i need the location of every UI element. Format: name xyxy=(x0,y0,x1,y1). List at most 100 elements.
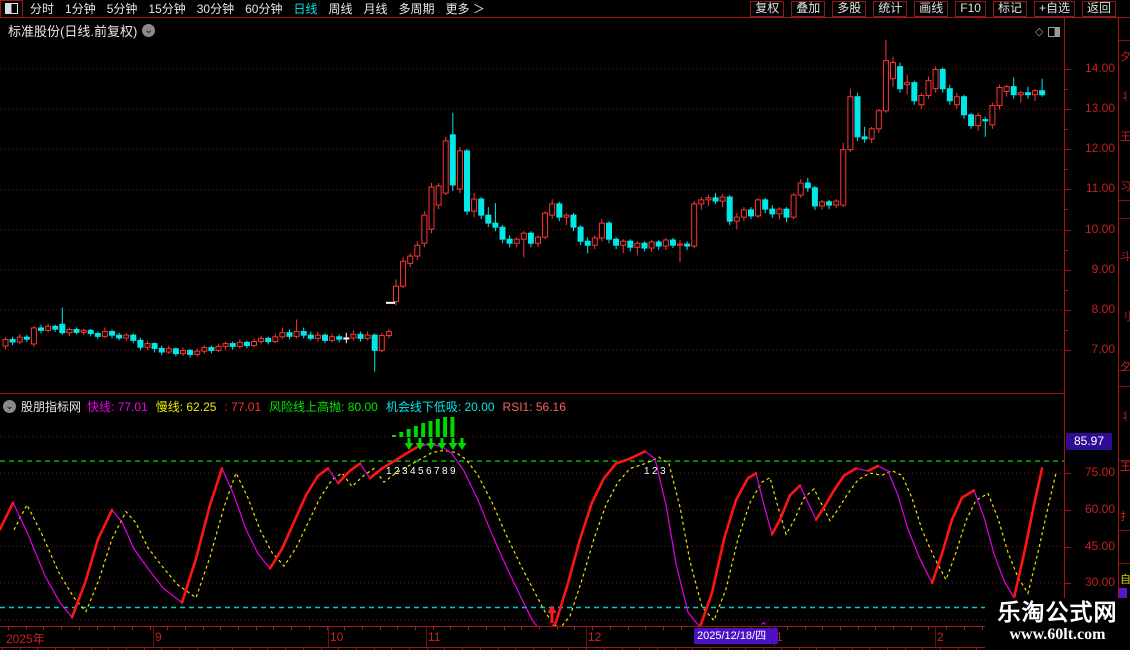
indicator-name: 股朋指标网 xyxy=(21,399,82,414)
fast-line-rising xyxy=(578,501,594,541)
button-多股[interactable]: 多股 xyxy=(832,0,867,17)
axis-tick xyxy=(1065,473,1071,475)
button-统计[interactable]: 统计 xyxy=(873,0,908,17)
candle xyxy=(634,241,641,256)
fast-line-rising xyxy=(1032,467,1044,507)
sell-arrow-icon xyxy=(457,438,467,450)
tab-周线[interactable]: 周线 xyxy=(328,0,352,17)
axis-minor-tick xyxy=(1065,209,1068,211)
button-标记[interactable]: 标记 xyxy=(992,0,1027,17)
axis-tick xyxy=(1065,229,1071,231)
candle xyxy=(364,331,371,341)
sell-arrow-icon xyxy=(404,438,414,450)
minor-tick xyxy=(822,627,823,630)
axis-minor-tick xyxy=(1065,249,1068,251)
sell-count-number: 3 xyxy=(402,466,408,477)
button-画线[interactable]: 画线 xyxy=(914,0,949,17)
sell-signal-bar xyxy=(443,417,448,437)
tab-更多 ＞[interactable]: 更多 ＞ xyxy=(446,0,485,17)
date-axis[interactable]: 2025年 9 10 11 12 1 2 2025/12/18/四 xyxy=(0,626,1064,648)
candle xyxy=(194,348,201,357)
tab-分时[interactable]: 分时 xyxy=(30,0,54,17)
candle xyxy=(904,74,911,95)
axis-minor-tick xyxy=(1065,169,1068,171)
sell-signal-bar xyxy=(399,432,404,437)
fast-line-rising xyxy=(590,476,606,504)
minor-tick xyxy=(327,627,328,630)
clipped-right-toolbar[interactable]: 夕丬王习斗刂夕丬王扌自1111 xyxy=(1118,18,1130,650)
candle xyxy=(1017,90,1024,103)
minor-tick xyxy=(663,627,664,630)
candle xyxy=(882,40,889,113)
candle xyxy=(996,84,1003,110)
indicator-field: : 77.01 xyxy=(224,399,262,414)
tab-多周期[interactable]: 多周期 xyxy=(399,0,435,17)
clipped-highlight-glyph: 自 xyxy=(1120,574,1130,586)
minor-tick xyxy=(521,627,522,630)
tab-5分钟[interactable]: 5分钟 xyxy=(107,0,138,17)
clipped-glyph: 丬 xyxy=(1120,91,1130,103)
button-返回[interactable]: 返回 xyxy=(1081,0,1116,17)
sell-count-number: 2 xyxy=(394,466,400,477)
fast-line-rising xyxy=(832,474,846,492)
tab-月线[interactable]: 月线 xyxy=(364,0,388,17)
button-复权[interactable]: 复权 xyxy=(750,0,785,17)
minor-tick xyxy=(43,627,44,630)
tab-15分钟[interactable]: 15分钟 xyxy=(148,0,185,17)
sell-arrow-icon xyxy=(448,438,458,450)
button-+自选[interactable]: +自选 xyxy=(1033,0,1075,17)
watermark-url: www.60lt.com xyxy=(1009,626,1106,643)
candle xyxy=(776,207,783,220)
candle xyxy=(677,240,683,263)
clipped-glyph: 丬 xyxy=(1120,411,1130,423)
candle xyxy=(130,333,137,344)
candle xyxy=(1032,88,1038,101)
candle xyxy=(492,203,499,232)
price-axis-label: 9.00 xyxy=(1091,261,1115,276)
candle xyxy=(527,231,534,248)
candle xyxy=(23,334,30,342)
candle xyxy=(187,349,194,358)
clipped-glyph: 夕 xyxy=(1120,51,1130,63)
minor-tick xyxy=(486,627,487,630)
minor-tick xyxy=(787,627,788,630)
candle xyxy=(691,201,698,249)
tab-60分钟[interactable]: 60分钟 xyxy=(245,0,282,17)
clipped-glyph: 夕 xyxy=(1120,361,1130,373)
tab-30分钟[interactable]: 30分钟 xyxy=(197,0,234,17)
tab-1分钟[interactable]: 1分钟 xyxy=(65,0,96,17)
indicator-chart[interactable]: 123456789123 xyxy=(0,417,1064,626)
tab-日线[interactable]: 日线 xyxy=(293,0,317,17)
candle xyxy=(925,76,932,99)
minor-tick xyxy=(628,627,629,630)
year-label: 2025年 xyxy=(6,632,45,646)
fast-line xyxy=(0,443,1043,626)
candle xyxy=(733,213,740,230)
candle xyxy=(137,337,144,351)
axis-tick xyxy=(1065,546,1071,548)
fast-line-rising xyxy=(940,518,954,556)
button-叠加[interactable]: 叠加 xyxy=(791,0,826,17)
sell-arrow-icon xyxy=(426,438,436,450)
fast-line-rising xyxy=(950,496,964,521)
sell-signal-bar xyxy=(392,435,396,437)
split-window-button[interactable] xyxy=(0,0,23,18)
pane-toggle-icon[interactable] xyxy=(1048,26,1061,37)
candlestick-chart[interactable] xyxy=(0,40,1064,394)
fast-line-rising xyxy=(280,520,296,551)
sell-signal-bar xyxy=(421,423,426,437)
clipped-glyph: 习 xyxy=(1120,181,1130,193)
button-F10[interactable]: F10 xyxy=(955,0,986,17)
fast-line-rising xyxy=(734,476,750,502)
candle xyxy=(286,329,293,340)
fast-line-rising xyxy=(348,462,362,473)
candle xyxy=(428,183,435,234)
collapse-indicator-icon[interactable]: ⌄ xyxy=(3,399,16,413)
minor-tick xyxy=(256,627,257,630)
clipped-glyph: 斗 xyxy=(1120,251,1130,263)
candle xyxy=(151,342,158,353)
chevron-down-circle-icon[interactable]: ⌄ xyxy=(142,24,156,37)
diamond-icon[interactable]: ◇ xyxy=(1035,25,1043,38)
candle xyxy=(158,345,165,356)
price-axis-label: 11.00 xyxy=(1085,181,1115,196)
